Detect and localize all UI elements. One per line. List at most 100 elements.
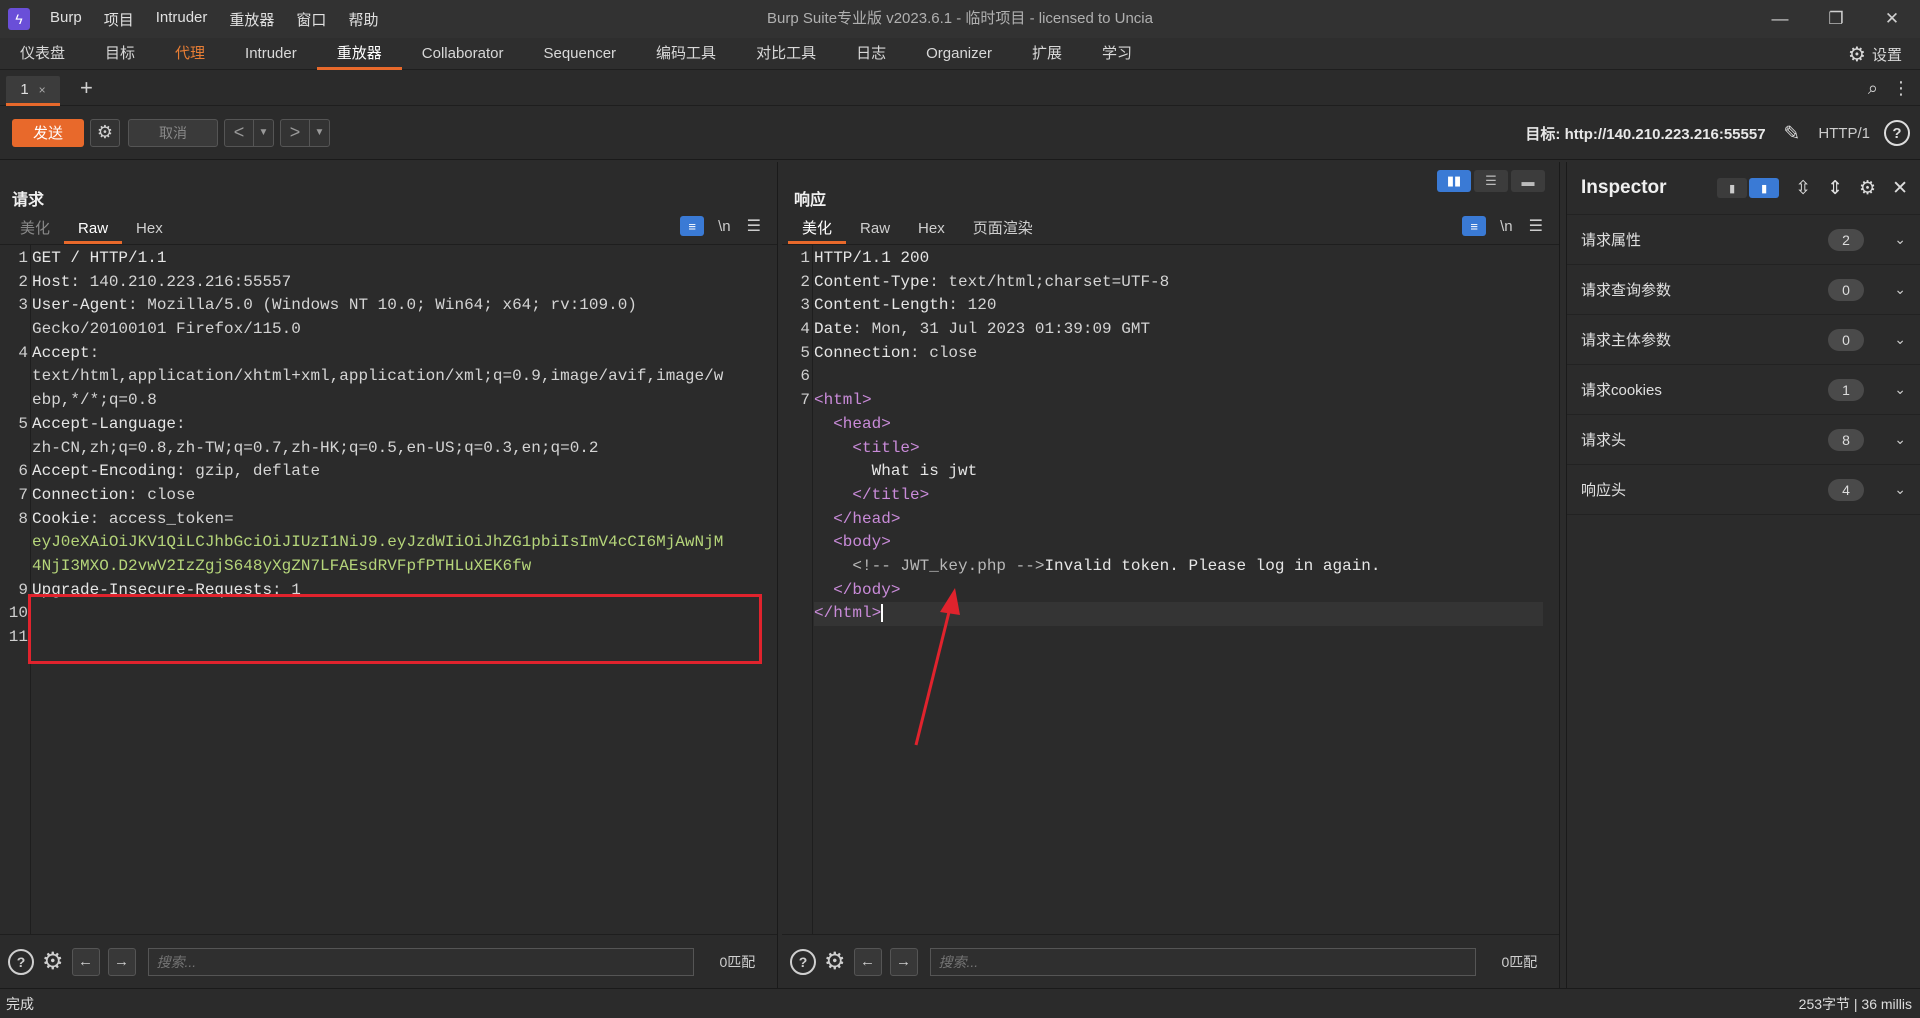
request-view-tab[interactable]: Hex	[122, 214, 177, 244]
menu-bar: Burp 项目 Intruder 重放器 窗口 帮助	[50, 9, 400, 30]
chevron-down-icon[interactable]: ⌄	[1894, 231, 1906, 248]
main-tab[interactable]: 日志	[836, 38, 906, 70]
add-tab-icon[interactable]: +	[80, 75, 93, 101]
main-tab[interactable]: 代理	[155, 38, 225, 70]
word-wrap-icon[interactable]: ≡	[680, 216, 705, 236]
help-icon[interactable]: ?	[1884, 120, 1910, 146]
main-tab[interactable]: 学习	[1082, 38, 1152, 70]
chevron-down-icon[interactable]: ⌄	[1894, 431, 1906, 448]
main-tab[interactable]: Organizer	[906, 38, 1012, 70]
response-view-tab[interactable]: Raw	[846, 214, 904, 244]
menu-item[interactable]: 窗口	[296, 9, 326, 30]
help-icon[interactable]: ?	[8, 948, 34, 975]
newline-toggle-icon[interactable]: \n	[1500, 218, 1513, 235]
minimize-icon[interactable]: —	[1752, 0, 1808, 38]
request-view-tab[interactable]: 美化	[6, 214, 64, 244]
close-window-icon[interactable]: ✕	[1864, 0, 1920, 38]
repeater-tab-1[interactable]: 1 ×	[6, 75, 60, 106]
menu-item[interactable]: 重放器	[229, 9, 274, 30]
menu-item[interactable]: Burp	[50, 9, 82, 30]
gear-icon[interactable]: ⚙	[42, 947, 64, 976]
main-tab[interactable]: 仪表盘	[0, 38, 85, 70]
search-icon[interactable]: ⌕	[1868, 78, 1878, 99]
menu-item[interactable]: Intruder	[156, 9, 208, 30]
cancel-button[interactable]: 取消	[128, 118, 218, 147]
edit-target-icon[interactable]: ✎	[1784, 121, 1801, 146]
response-view-tab[interactable]: Hex	[904, 214, 959, 244]
chevron-down-icon[interactable]: ⌄	[1894, 381, 1906, 398]
main-tab[interactable]: Sequencer	[523, 38, 636, 70]
send-button[interactable]: 发送	[12, 118, 84, 147]
send-options-button[interactable]: ⚙	[90, 118, 120, 147]
word-wrap-icon[interactable]: ≡	[1462, 216, 1487, 236]
inspector-section[interactable]: 请求cookies 1 ⌄	[1567, 364, 1920, 414]
chevron-down-icon[interactable]: ⌄	[1894, 281, 1906, 298]
header-value: zh-CN,zh;q=0.8,zh-TW;q=0.7,zh-HK;q=0.5,e…	[32, 438, 599, 457]
help-icon[interactable]: ?	[790, 948, 816, 975]
main-tab[interactable]: Collaborator	[402, 38, 524, 70]
close-tab-icon[interactable]: ×	[39, 83, 46, 97]
toolbar: 发送 ⚙ 取消 < ▼ > ▼ 目标: http://140.210.223.2…	[0, 106, 1920, 160]
restore-icon[interactable]: ❐	[1808, 0, 1864, 38]
main-tab[interactable]: 编码工具	[636, 38, 736, 70]
code-line: Date: Mon, 31 Jul 2023 01:39:09 GMT	[814, 320, 1151, 339]
newline-toggle-icon[interactable]: \n	[718, 218, 731, 235]
history-forward[interactable]: > ▼	[280, 118, 330, 147]
response-editor[interactable]: 1 2 3 4 5 6 7 HTTP/1.1 200 Content-Type: text/h…	[782, 244, 1559, 934]
inspector-section[interactable]: 响应头 4 ⌄	[1567, 464, 1920, 514]
main-tab[interactable]: 扩展	[1012, 38, 1082, 70]
request-code[interactable]: GET / HTTP/1.1 Host: 140.210.223.216:5555…	[32, 247, 761, 650]
expand-all-icon[interactable]: ⇳	[1795, 177, 1811, 200]
inspector-section[interactable]: 请求查询参数 0 ⌄	[1567, 264, 1920, 314]
chevron-down-icon[interactable]: ⌄	[1894, 481, 1906, 498]
line-number: 10	[8, 604, 28, 623]
arrow-right-icon[interactable]: →	[889, 947, 918, 976]
subtab-tools: ⌕ ⋮	[1854, 70, 1910, 106]
main-tab[interactable]: 对比工具	[736, 38, 836, 70]
inspector-section[interactable]: 请求头 8 ⌄	[1567, 414, 1920, 464]
close-icon[interactable]: ✕	[1892, 177, 1908, 200]
response-code[interactable]: HTTP/1.1 200 Content-Type: text/html;char…	[814, 247, 1543, 626]
chevron-down-icon[interactable]: ⌄	[1894, 331, 1906, 348]
inspector-section[interactable]: 请求主体参数 0 ⌄	[1567, 314, 1920, 364]
gear-icon[interactable]: ⚙	[824, 947, 846, 976]
arrow-left-icon[interactable]: ←	[71, 947, 100, 976]
dropdown-icon[interactable]: ▼	[253, 119, 273, 146]
layout-stacked-icon[interactable]: ☰	[1474, 170, 1508, 192]
protocol-label[interactable]: HTTP/1	[1818, 125, 1870, 142]
response-search-input[interactable]	[929, 947, 1476, 976]
inspector-layout-left-icon[interactable]: ▮	[1717, 178, 1748, 198]
request-editor[interactable]: 1 2 3 4 5 6 7 8 9 10 11 GET / HTTP/1.1 Host: 140.21…	[0, 244, 777, 934]
arrow-left-icon[interactable]: ←	[853, 947, 882, 976]
collapse-all-icon[interactable]: ⇕	[1827, 177, 1843, 200]
code-line: GET / HTTP/1.1	[32, 247, 761, 271]
response-view-tab[interactable]: 美化	[788, 214, 847, 244]
more-vertical-icon[interactable]: ⋮	[1892, 78, 1910, 99]
menu-item[interactable]: 项目	[104, 9, 134, 30]
layout-side-by-side-icon[interactable]: ▮▮	[1437, 170, 1471, 192]
chevron-right-icon[interactable]: >	[281, 120, 309, 146]
main-tab[interactable]: Intruder	[225, 38, 317, 70]
menu-icon[interactable]: ☰	[1529, 216, 1543, 236]
settings-button[interactable]: ⚙ 设置	[1848, 38, 1902, 70]
header-value: text/html,application/xhtml+xml,applicat…	[32, 367, 724, 386]
inspector-layout-right-icon[interactable]: ▮	[1749, 178, 1780, 198]
header-value: ebp,*/*;q=0.8	[32, 391, 157, 410]
history-back[interactable]: < ▼	[224, 118, 274, 147]
response-view-tabs: 美化 Raw Hex 页面渲染	[788, 214, 1047, 244]
header-value: : 140.210.223.216:55557	[70, 272, 292, 291]
gear-icon[interactable]: ⚙	[1859, 177, 1876, 200]
arrow-right-icon[interactable]: →	[107, 947, 136, 976]
request-search-input[interactable]	[147, 947, 694, 976]
layout-tabs-icon[interactable]: ▬	[1511, 170, 1545, 192]
menu-icon[interactable]: ☰	[747, 216, 761, 236]
main-tab[interactable]: 目标	[85, 38, 155, 70]
dropdown-icon[interactable]: ▼	[309, 119, 329, 146]
main-tab[interactable]: 重放器	[316, 38, 402, 70]
inspector-section[interactable]: 请求属性 2 ⌄	[1567, 214, 1920, 264]
menu-item[interactable]: 帮助	[348, 9, 378, 30]
chevron-left-icon[interactable]: <	[225, 120, 253, 146]
request-view-tab[interactable]: Raw	[64, 214, 123, 244]
response-view-tab[interactable]: 页面渲染	[959, 214, 1047, 244]
